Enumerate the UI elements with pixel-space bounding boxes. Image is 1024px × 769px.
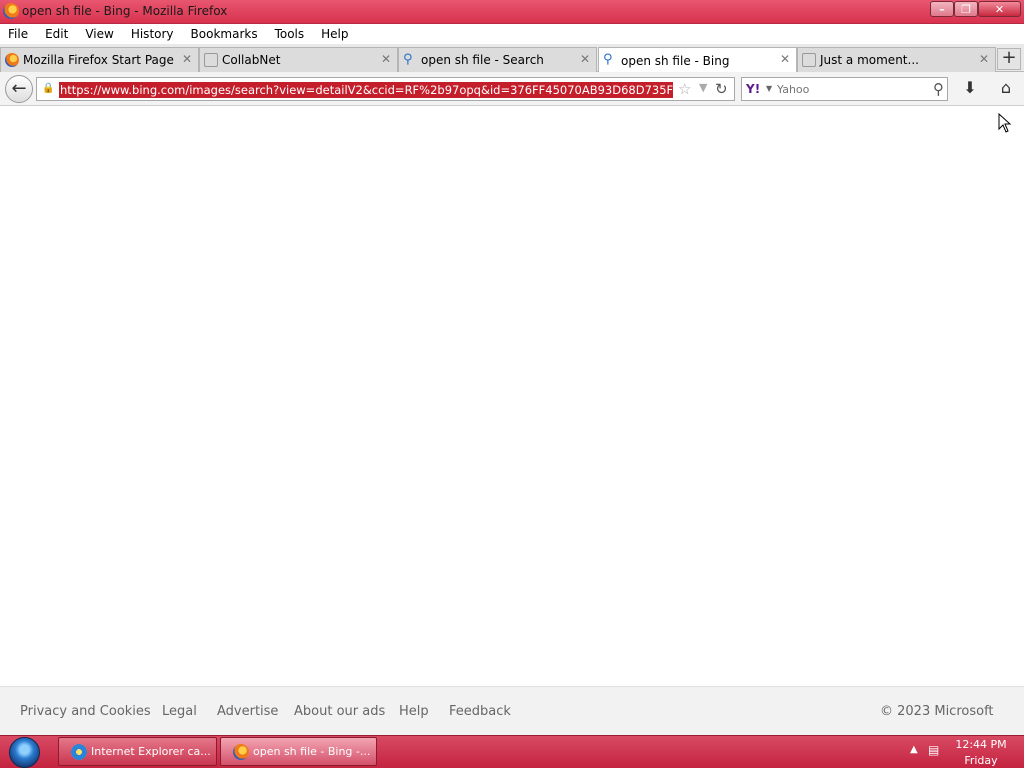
mouse-cursor-icon — [998, 113, 1012, 133]
show-hidden-icons-button[interactable]: ▲ — [910, 744, 918, 755]
url-text[interactable]: https://www.bing.com/images/search?view=… — [59, 82, 673, 98]
close-tab-icon[interactable]: ✕ — [580, 52, 590, 66]
history-dropdown-icon[interactable]: ▼ — [699, 81, 707, 94]
search-bar[interactable]: Y! ▼ ⚲ — [741, 77, 948, 101]
download-icon[interactable]: ⬇ — [959, 78, 981, 100]
blank-page-icon — [204, 53, 218, 67]
privacy-and-cookies-link[interactable]: Privacy and Cookies — [20, 704, 151, 719]
bing-footer: Privacy and Cookies Legal Advertise Abou… — [0, 686, 1024, 735]
firefox-icon — [3, 3, 19, 19]
internet-explorer-icon — [71, 744, 87, 760]
tab-label: open sh file - Bing — [621, 53, 730, 68]
start-button[interactable] — [9, 737, 40, 768]
menu-file[interactable]: File — [8, 27, 28, 41]
close-tab-icon[interactable]: ✕ — [780, 52, 790, 66]
search-icon: ⚲ — [403, 52, 413, 67]
window-title: open sh file - Bing - Mozilla Firefox — [22, 4, 228, 18]
network-icon[interactable]: ▤ — [928, 743, 944, 759]
tab-label: open sh file - Search — [421, 53, 544, 67]
system-clock[interactable]: 12:44 PM Friday — [950, 737, 1012, 769]
tab-collabnet[interactable]: CollabNet ✕ — [199, 47, 398, 72]
feedback-link[interactable]: Feedback — [449, 704, 511, 719]
search-input[interactable] — [777, 81, 922, 97]
menu-bookmarks[interactable]: Bookmarks — [191, 27, 258, 41]
new-tab-button[interactable]: + — [997, 48, 1021, 70]
tab-open-sh-file-search[interactable]: ⚲ open sh file - Search ✕ — [398, 47, 597, 72]
close-tab-icon[interactable]: ✕ — [182, 52, 192, 66]
window-titlebar: open sh file - Bing - Mozilla Firefox – … — [0, 0, 1024, 24]
taskbar-item-label: open sh file - Bing -... — [253, 745, 371, 758]
minimize-button[interactable]: – — [930, 1, 954, 17]
firefox-icon — [5, 53, 19, 67]
page-content — [0, 106, 1024, 686]
firefox-icon — [233, 744, 249, 760]
menu-edit[interactable]: Edit — [45, 27, 68, 41]
windows-taskbar: Internet Explorer ca... open sh file - B… — [0, 735, 1024, 768]
legal-link[interactable]: Legal — [162, 704, 197, 719]
tab-label: Mozilla Firefox Start Page — [23, 53, 174, 67]
menu-tools[interactable]: Tools — [275, 27, 305, 41]
search-icon: ⚲ — [603, 52, 613, 67]
taskbar-item-label: Internet Explorer ca... — [91, 745, 211, 758]
advertise-link[interactable]: Advertise — [217, 704, 278, 719]
menu-bar: File Edit View History Bookmarks Tools H… — [0, 24, 1024, 44]
tab-just-a-moment[interactable]: Just a moment... ✕ — [797, 47, 996, 72]
search-engine-dropdown-icon[interactable]: ▼ — [766, 84, 772, 93]
clock-day: Friday — [964, 754, 998, 767]
about-our-ads-link[interactable]: About our ads — [294, 704, 385, 719]
maximize-button[interactable]: ❐ — [954, 1, 978, 17]
close-tab-icon[interactable]: ✕ — [979, 52, 989, 66]
blank-page-icon — [802, 53, 816, 67]
tab-label: Just a moment... — [820, 53, 919, 67]
help-link[interactable]: Help — [399, 704, 429, 719]
navigation-toolbar: ← 🔒 https://www.bing.com/images/search?v… — [0, 72, 1024, 106]
magnifier-icon[interactable]: ⚲ — [933, 80, 944, 98]
taskbar-item-internet-explorer[interactable]: Internet Explorer ca... — [58, 737, 217, 766]
reload-icon[interactable]: ↻ — [715, 80, 728, 98]
tab-strip: Mozilla Firefox Start Page ✕ CollabNet ✕… — [0, 44, 1024, 73]
url-bar[interactable]: 🔒 https://www.bing.com/images/search?vie… — [36, 77, 735, 101]
tab-open-sh-file-bing[interactable]: ⚲ open sh file - Bing ✕ — [598, 47, 797, 73]
home-icon[interactable]: ⌂ — [995, 78, 1017, 100]
clock-time: 12:44 PM — [955, 738, 1007, 751]
back-button[interactable]: ← — [5, 75, 33, 103]
menu-view[interactable]: View — [85, 27, 113, 41]
copyright-text: © 2023 Microsoft — [880, 704, 994, 719]
yahoo-icon[interactable]: Y! — [746, 82, 760, 96]
close-window-button[interactable]: ✕ — [978, 1, 1021, 17]
close-tab-icon[interactable]: ✕ — [381, 52, 391, 66]
tab-firefox-start-page[interactable]: Mozilla Firefox Start Page ✕ — [0, 47, 199, 72]
menu-history[interactable]: History — [131, 27, 174, 41]
bookmark-star-icon[interactable]: ☆ — [678, 80, 691, 98]
tab-label: CollabNet — [222, 53, 281, 67]
lock-icon[interactable]: 🔒 — [42, 83, 54, 95]
menu-help[interactable]: Help — [321, 27, 348, 41]
taskbar-item-firefox[interactable]: open sh file - Bing -... — [220, 737, 377, 766]
